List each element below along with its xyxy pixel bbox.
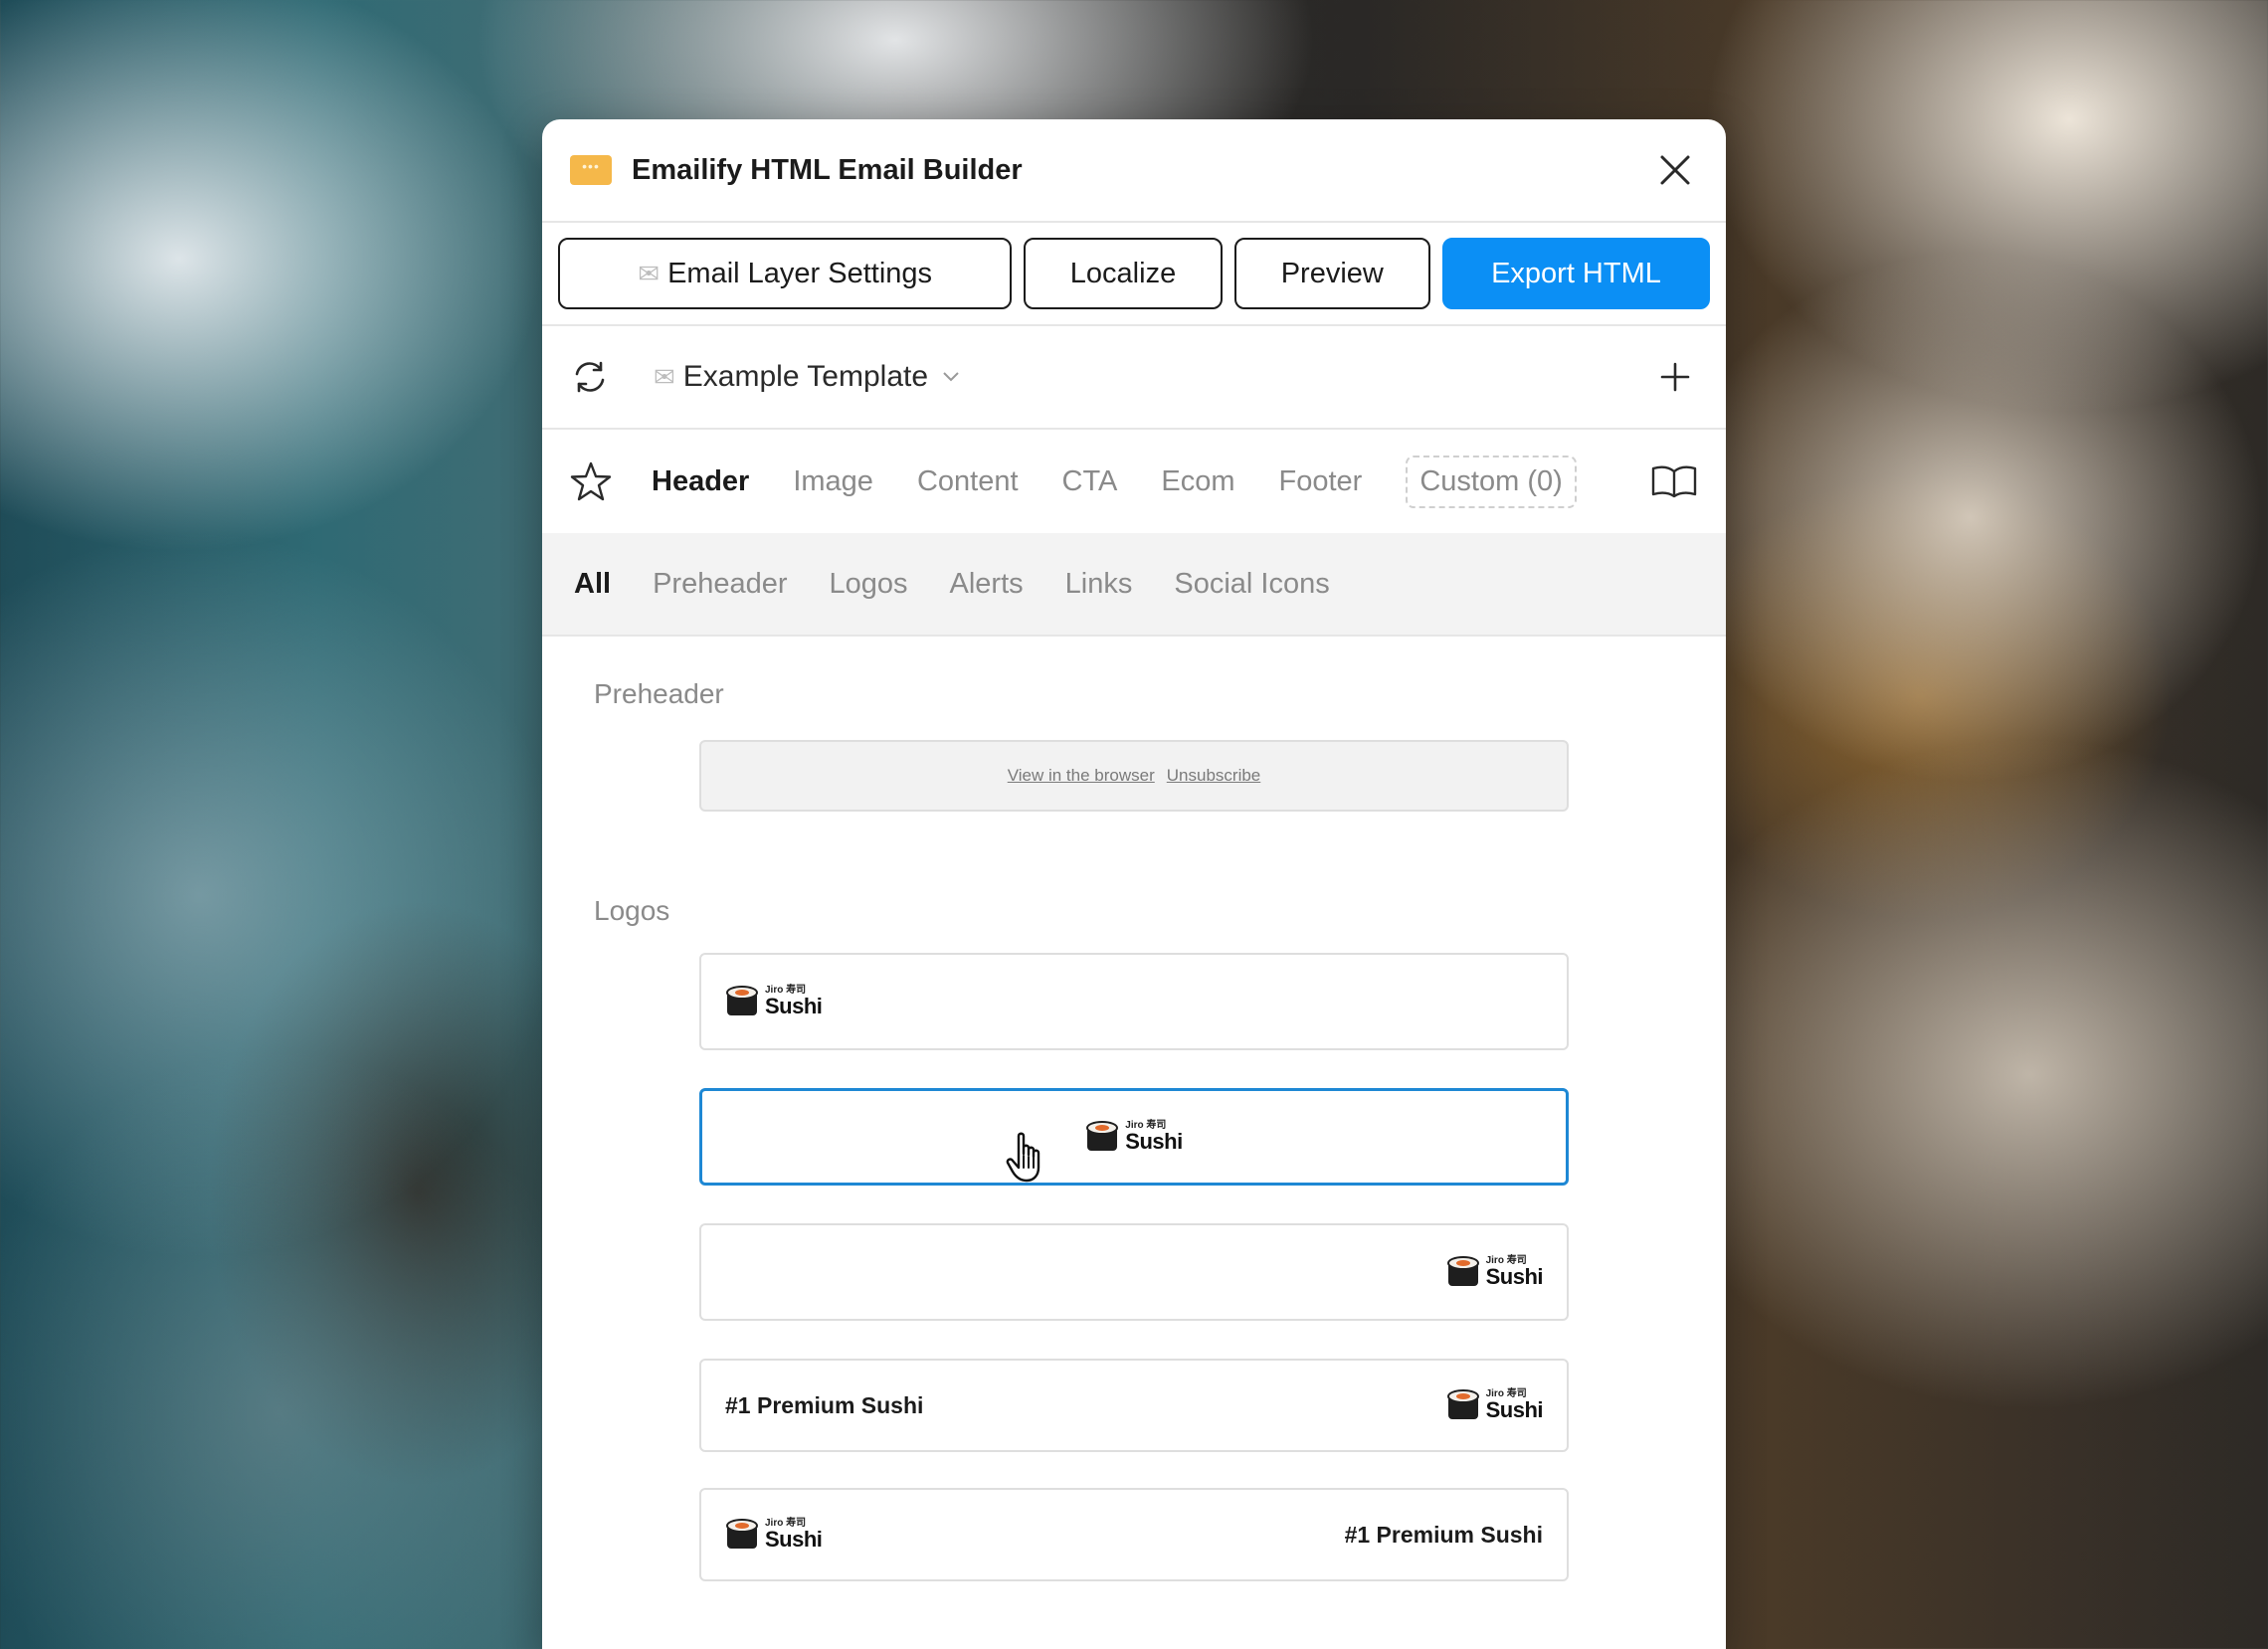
tab-footer[interactable]: Footer (1279, 465, 1363, 498)
sync-icon (575, 361, 605, 393)
logo-block-right[interactable]: Jiro 寿司 Sushi (699, 1223, 1569, 1321)
tab-header[interactable]: Header (652, 465, 749, 498)
sushi-logo: Jiro 寿司 Sushi (1446, 1387, 1544, 1423)
subtab-links[interactable]: Links (1065, 568, 1133, 601)
plus-icon (1660, 362, 1690, 392)
tab-content[interactable]: Content (917, 465, 1019, 498)
docs-button[interactable] (1650, 463, 1698, 499)
preheader-block[interactable]: View in the browser Unsubscribe (699, 740, 1569, 812)
subtab-social-icons[interactable]: Social Icons (1174, 568, 1329, 601)
sushi-roll-icon (726, 1519, 758, 1549)
logo-block-left[interactable]: Jiro 寿司 Sushi (699, 953, 1569, 1050)
view-in-browser-link: View in the browser (1007, 766, 1155, 785)
unsubscribe-link: Unsubscribe (1166, 766, 1261, 785)
sushi-roll-icon (1446, 1389, 1479, 1419)
hand-pointer-cursor-icon (1006, 1132, 1040, 1183)
add-template-button[interactable] (1652, 354, 1698, 400)
sushi-roll-icon (726, 986, 758, 1015)
category-tabs: Header Image Content CTA Ecom Footer Cus… (542, 430, 1726, 533)
chevron-down-icon (943, 372, 959, 382)
close-button[interactable] (1652, 147, 1698, 193)
subcategory-tabs: All Preheader Logos Alerts Links Social … (542, 533, 1726, 637)
action-toolbar: ✉ Email Layer Settings Localize Preview … (542, 223, 1726, 326)
sushi-logo: Jiro 寿司 Sushi (725, 1517, 823, 1553)
envelope-icon: ✉ (638, 258, 661, 288)
template-row: ✉ Example Template (542, 326, 1726, 430)
export-html-button[interactable]: Export HTML (1441, 238, 1710, 309)
email-layer-settings-button[interactable]: ✉ Email Layer Settings (558, 238, 1013, 309)
logo-big-text: Sushi (1125, 1129, 1183, 1154)
favorites-button[interactable] (570, 460, 612, 502)
section-label-preheader: Preheader (594, 678, 724, 709)
book-icon (1651, 465, 1697, 498)
preview-button[interactable]: Preview (1233, 238, 1430, 309)
logo-big-text: Sushi (765, 1527, 823, 1552)
tab-cta[interactable]: CTA (1062, 465, 1118, 498)
title-bar: Emailify HTML Email Builder (542, 119, 1726, 223)
sushi-roll-icon (1446, 1256, 1479, 1286)
tab-image[interactable]: Image (793, 465, 873, 498)
logo-big-text: Sushi (1485, 1397, 1544, 1422)
sushi-roll-icon (1086, 1121, 1119, 1151)
tab-ecom[interactable]: Ecom (1161, 465, 1234, 498)
star-icon (570, 461, 612, 501)
sushi-logo: Jiro 寿司 Sushi (725, 984, 823, 1019)
logo-block-center[interactable]: Jiro 寿司 Sushi (699, 1088, 1569, 1186)
tagline-text: #1 Premium Sushi (1344, 1521, 1543, 1548)
tagline-text: #1 Premium Sushi (725, 1391, 924, 1418)
subtab-alerts[interactable]: Alerts (950, 568, 1024, 601)
logo-block-tagline-right[interactable]: Jiro 寿司 Sushi #1 Premium Sushi (699, 1488, 1569, 1581)
sushi-logo: Jiro 寿司 Sushi (1446, 1254, 1544, 1290)
template-dropdown[interactable]: ✉ Example Template (654, 360, 1652, 394)
subtab-logos[interactable]: Logos (830, 568, 908, 601)
logo-big-text: Sushi (1485, 1264, 1544, 1289)
emailify-plugin-window: Emailify HTML Email Builder ✉ Email Laye… (542, 119, 1726, 1649)
sushi-logo: Jiro 寿司 Sushi (1085, 1119, 1183, 1155)
subtab-preheader[interactable]: Preheader (653, 568, 787, 601)
close-icon (1660, 155, 1690, 185)
section-label-logos: Logos (594, 895, 670, 926)
localize-button[interactable]: Localize (1024, 238, 1223, 309)
envelope-icon: ✉ (654, 361, 675, 392)
logo-big-text: Sushi (765, 994, 823, 1018)
email-envelope-icon (570, 155, 612, 185)
template-name: Example Template (682, 360, 929, 393)
subtab-all[interactable]: All (574, 568, 611, 601)
logo-block-tagline-left[interactable]: #1 Premium Sushi Jiro 寿司 Sushi (699, 1359, 1569, 1452)
email-layer-settings-label: Email Layer Settings (667, 257, 933, 289)
sync-button[interactable] (570, 357, 610, 397)
app-title: Emailify HTML Email Builder (632, 153, 1023, 186)
tab-custom[interactable]: Custom (0) (1406, 455, 1577, 508)
